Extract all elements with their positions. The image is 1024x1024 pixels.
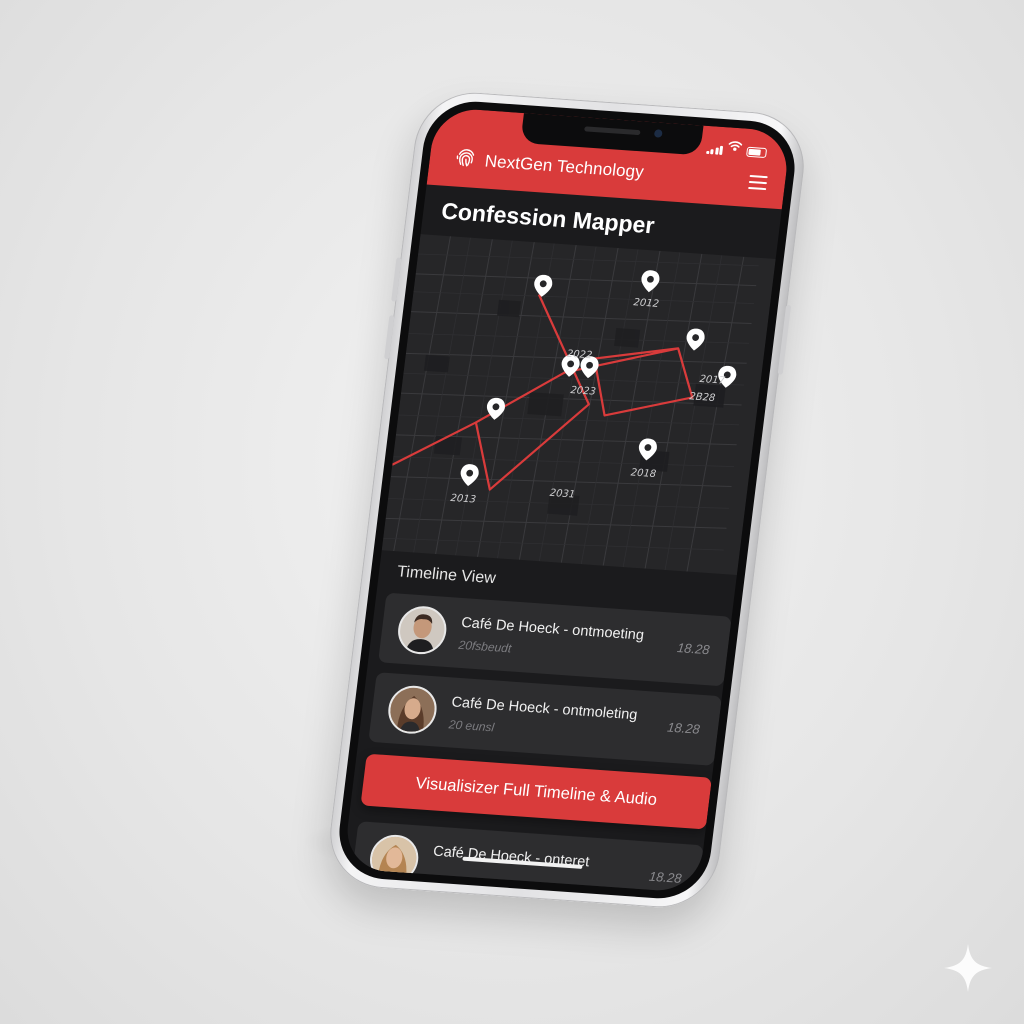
fingerprint-icon: [452, 144, 479, 174]
map-label: 2012: [633, 297, 660, 310]
page-title: Confession Mapper: [439, 197, 657, 239]
volume-button: [391, 257, 402, 302]
map-label: 2013: [450, 493, 477, 506]
map-label: 2023: [570, 385, 597, 398]
map-label: 2022: [566, 349, 593, 362]
brand-name: NextGen Technology: [483, 151, 646, 182]
map-pin-icon[interactable]: [639, 269, 661, 293]
power-button: [777, 304, 792, 375]
timeline-title: Timeline View: [396, 563, 497, 588]
map-label: 2018: [630, 467, 657, 480]
avatar: [395, 604, 450, 656]
map-view[interactable]: 2012 2022 2017 2023 2B28 2018 2013 2031: [381, 234, 776, 576]
timeline-item[interactable]: Café De Hoeck - ontmoeting 20fsbeudt 18.…: [378, 592, 732, 687]
visualize-timeline-button[interactable]: Visualisizer Full Timeline & Audio: [360, 753, 712, 830]
map-pin-icon[interactable]: [459, 463, 480, 487]
sparkle-icon: [944, 944, 992, 992]
phone-device: NextGen Technology Confession Mapper 201…: [323, 88, 811, 912]
timeline-item-time: 18.28: [666, 719, 701, 737]
phone-bezel: NextGen Technology Confession Mapper 201…: [333, 98, 801, 902]
earpiece-speaker: [584, 126, 641, 136]
wifi-icon: [727, 137, 743, 156]
brand[interactable]: NextGen Technology: [452, 144, 645, 186]
timeline-item-subtitle: 20fsbeudt: [457, 637, 513, 656]
front-camera: [653, 129, 663, 138]
timeline-item[interactable]: Café De Hoeck - onteret 18.28: [349, 821, 704, 894]
timeline-item-subtitle: 20 eunsl: [448, 717, 496, 735]
timeline-item-time: 18.28: [676, 640, 711, 658]
map-label: 2017: [699, 374, 726, 387]
battery-icon: [745, 146, 768, 159]
avatar: [385, 684, 440, 736]
signal-icon: [705, 145, 724, 155]
timeline-item-time: 18.28: [648, 868, 683, 886]
phone-screen: NextGen Technology Confession Mapper 201…: [342, 106, 792, 894]
map-label: 2B28: [689, 391, 716, 404]
hamburger-menu-icon[interactable]: [748, 174, 768, 191]
volume-button: [384, 315, 395, 360]
avatar: [367, 833, 422, 885]
map-label: 2031: [549, 488, 576, 501]
timeline-item[interactable]: Café De Hoeck - ontmoleting 20 eunsl 18.…: [368, 672, 722, 766]
